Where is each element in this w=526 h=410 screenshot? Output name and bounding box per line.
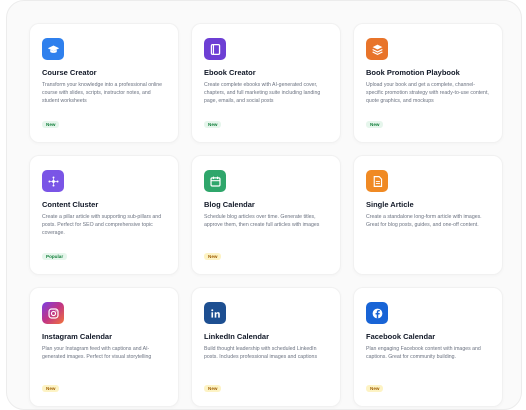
tool-card-grid: Course Creator Transform your knowledge … — [29, 23, 503, 407]
card-description: Create a standalone long-form article wi… — [366, 214, 482, 228]
card-title: Blog Calendar — [204, 200, 255, 209]
status-badge: New — [366, 385, 384, 392]
tool-picker-panel: Course Creator Transform your knowledge … — [6, 0, 522, 410]
card-description: Build thought leadership with scheduled … — [204, 346, 318, 360]
card-description: Plan engaging Facebook content with imag… — [366, 346, 481, 360]
card-description: Plan your Instagram feed with captions a… — [42, 346, 152, 360]
stack-layers-icon — [366, 38, 388, 60]
card-content-cluster[interactable]: Content Cluster Create a pillar article … — [29, 155, 179, 275]
card-linkedin-calendar[interactable]: LinkedIn Calendar Build thought leadersh… — [191, 287, 341, 407]
status-badge: New — [204, 121, 222, 128]
card-blog-calendar[interactable]: Blog Calendar Schedule blog articles ove… — [191, 155, 341, 275]
status-badge: New — [366, 121, 384, 128]
card-description: Schedule blog articles over time. Genera… — [204, 214, 320, 228]
card-title: Content Cluster — [42, 200, 99, 209]
network-cluster-icon — [42, 170, 64, 192]
instagram-icon — [42, 302, 64, 324]
card-title: Instagram Calendar — [42, 332, 113, 341]
status-badge: Popular — [42, 253, 68, 260]
card-title: Single Article — [366, 200, 414, 209]
card-single-article[interactable]: Single Article Create a standalone long-… — [353, 155, 503, 275]
book-icon — [204, 38, 226, 60]
status-badge: New — [42, 121, 60, 128]
calendar-icon — [204, 170, 226, 192]
card-title: Ebook Creator — [204, 68, 256, 77]
card-facebook-calendar[interactable]: Facebook Calendar Plan engaging Facebook… — [353, 287, 503, 407]
status-badge: New — [204, 253, 222, 260]
card-description: Upload your book and get a complete, cha… — [366, 82, 489, 104]
card-title: LinkedIn Calendar — [204, 332, 270, 341]
card-book-promotion-playbook[interactable]: Book Promotion Playbook Upload your book… — [353, 23, 503, 143]
card-title: Course Creator — [42, 68, 97, 77]
card-description: Create complete ebooks with AI-generated… — [204, 82, 321, 104]
status-badge: New — [42, 385, 60, 392]
card-description: Create a pillar article with supporting … — [42, 214, 162, 236]
graduation-cap-icon — [42, 38, 64, 60]
card-course-creator[interactable]: Course Creator Transform your knowledge … — [29, 23, 179, 143]
card-ebook-creator[interactable]: Ebook Creator Create complete ebooks wit… — [191, 23, 341, 143]
card-description: Transform your knowledge into a professi… — [42, 82, 163, 104]
card-title: Facebook Calendar — [366, 332, 436, 341]
linkedin-icon — [204, 302, 226, 324]
card-instagram-calendar[interactable]: Instagram Calendar Plan your Instagram f… — [29, 287, 179, 407]
card-title: Book Promotion Playbook — [366, 68, 460, 77]
document-icon — [366, 170, 388, 192]
facebook-icon — [366, 302, 388, 324]
status-badge: New — [204, 385, 222, 392]
